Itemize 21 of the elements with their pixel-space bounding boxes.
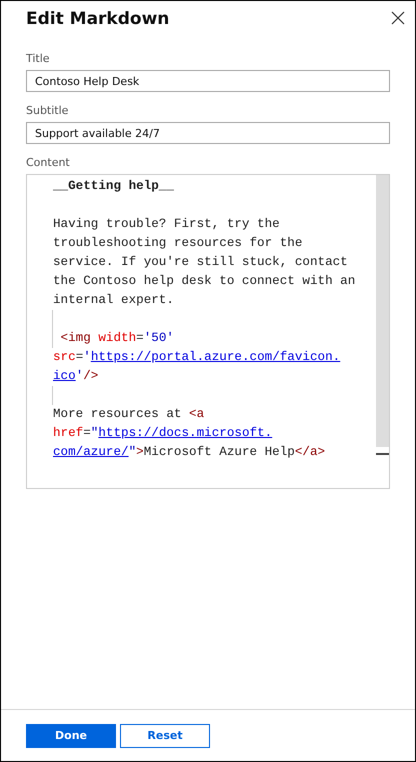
code-line: troubleshooting resources for the (53, 235, 304, 252)
text-field[interactable]: Contoso Help Desk (26, 70, 390, 92)
code-line: __Getting help__ (53, 178, 175, 195)
code-line: src='https://portal.azure.com/favicon. (53, 349, 342, 366)
reset-button[interactable]: Reset (120, 724, 210, 748)
code-line: com/azure/">Microsoft Azure Help</a> (53, 444, 326, 461)
code-line: internal expert. (53, 292, 175, 309)
field-label: Content (26, 156, 71, 169)
field-label: Title (26, 52, 51, 65)
code-line: service. If you're still stuck, contact (53, 254, 349, 271)
text-field[interactable]: Support available 24/7 (26, 122, 390, 144)
code-editor[interactable] (26, 174, 390, 489)
panel-title: Edit Markdown (26, 9, 170, 29)
code-line: href="https://docs.microsoft. (53, 425, 274, 442)
close-icon[interactable] (391, 11, 405, 25)
code-line: ico'/> (53, 368, 100, 385)
code-line: the Contoso help desk to connect with an (53, 273, 356, 290)
field-label: Subtitle (26, 104, 70, 117)
code-line: Having trouble? First, try the (53, 216, 281, 233)
code-line: More resources at <a (53, 406, 206, 423)
done-button[interactable]: Done (26, 724, 116, 748)
